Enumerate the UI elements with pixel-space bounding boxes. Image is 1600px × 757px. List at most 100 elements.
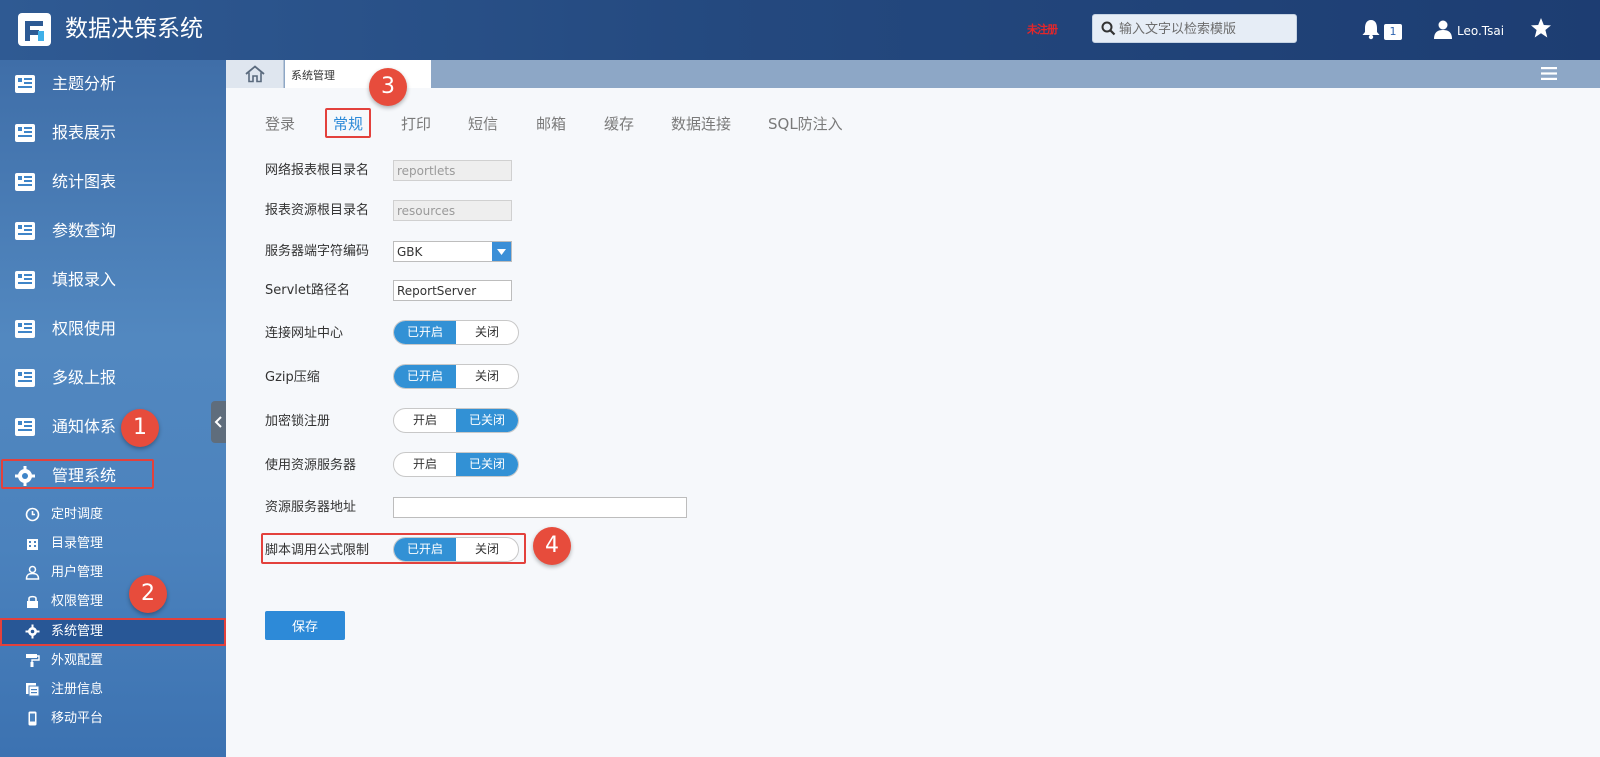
star-icon[interactable] bbox=[1530, 17, 1552, 39]
resource-server-addr-label: 资源服务器地址 bbox=[265, 500, 357, 515]
server-charset-value: GBK bbox=[397, 245, 423, 259]
sidebar-item-param-query[interactable]: 参数查询 bbox=[0, 211, 226, 251]
gzip-label: Gzip压缩 bbox=[265, 370, 320, 385]
sidebar-subitem-mobile[interactable]: 移动平台 bbox=[0, 705, 226, 733]
toggle-off-option[interactable]: 已关闭 bbox=[456, 409, 518, 432]
sidebar-subitem-permissions[interactable]: 权限管理 bbox=[0, 588, 226, 616]
server-charset-select[interactable]: GBK bbox=[393, 241, 512, 262]
report-icon bbox=[15, 418, 35, 436]
report-icon bbox=[15, 271, 35, 289]
sidebar-item-data-entry[interactable]: 填报录入 bbox=[0, 260, 226, 300]
toggle-off-option[interactable]: 关闭 bbox=[456, 365, 518, 388]
chevron-down-icon bbox=[497, 249, 506, 255]
dongle-toggle[interactable]: 开启 已关闭 bbox=[393, 408, 519, 433]
sidebar: 主题分析 报表展示 统计图表 参数查询 填报录入 权限使用 多级上报 通知体系 … bbox=[0, 60, 226, 757]
general-tab-highlight bbox=[325, 108, 371, 138]
toggle-on-option[interactable]: 开启 bbox=[394, 453, 456, 476]
report-resource-root-label: 报表资源根目录名 bbox=[265, 203, 370, 218]
sidebar-subitem-label: 定时调度 bbox=[51, 507, 104, 522]
report-icon bbox=[15, 124, 35, 142]
resource-server-label: 使用资源服务器 bbox=[265, 458, 357, 473]
sidebar-subitem-label: 目录管理 bbox=[51, 536, 104, 551]
subtab-cache[interactable]: 缓存 bbox=[604, 113, 634, 134]
sidebar-subitem-label: 外观配置 bbox=[51, 653, 104, 668]
sidebar-item-topic-analysis[interactable]: 主题分析 bbox=[0, 64, 226, 104]
sidebar-item-stat-charts[interactable]: 统计图表 bbox=[0, 162, 226, 202]
report-icon bbox=[15, 369, 35, 387]
menu-icon[interactable] bbox=[1541, 67, 1557, 80]
sidebar-item-label: 权限使用 bbox=[52, 319, 117, 338]
sidebar-item-label: 填报录入 bbox=[52, 270, 117, 289]
toggle-on-option[interactable]: 开启 bbox=[394, 409, 456, 432]
home-icon bbox=[245, 65, 265, 83]
toggle-on-option[interactable]: 已开启 bbox=[394, 538, 456, 561]
script-formula-label: 脚本调用公式限制 bbox=[265, 543, 370, 558]
subtab-data-connection[interactable]: 数据连接 bbox=[671, 113, 731, 134]
sidebar-item-notification[interactable]: 通知体系 bbox=[0, 407, 226, 447]
sidebar-subitem-system-management[interactable]: 系统管理 bbox=[0, 618, 226, 646]
web-report-root-label: 网络报表根目录名 bbox=[265, 163, 370, 178]
sidebar-subitem-directory[interactable]: 目录管理 bbox=[0, 530, 226, 558]
app-title: 数据决策系统 bbox=[65, 16, 203, 42]
sidebar-item-label: 统计图表 bbox=[52, 172, 117, 191]
unregistered-label[interactable]: 未注册 bbox=[1027, 21, 1058, 37]
sidebar-collapse-button[interactable] bbox=[211, 401, 226, 443]
sidebar-item-label: 通知体系 bbox=[52, 417, 117, 436]
dropdown-arrow[interactable] bbox=[492, 242, 511, 261]
search-input[interactable] bbox=[1119, 20, 1291, 38]
subtab-sms[interactable]: 短信 bbox=[468, 113, 498, 134]
gzip-toggle[interactable]: 已开启 关闭 bbox=[393, 364, 519, 389]
toggle-off-option[interactable]: 已关闭 bbox=[456, 453, 518, 476]
sidebar-item-report-display[interactable]: 报表展示 bbox=[0, 113, 226, 153]
subtab-print[interactable]: 打印 bbox=[401, 113, 431, 134]
subtab-email[interactable]: 邮箱 bbox=[536, 113, 566, 134]
lock-icon bbox=[27, 595, 38, 608]
top-header: 数据决策系统 未注册 1 Leo.Tsai bbox=[0, 0, 1600, 60]
sidebar-item-permission-use[interactable]: 权限使用 bbox=[0, 309, 226, 349]
tab-bar bbox=[226, 60, 1600, 88]
annotation-badge-3: 3 bbox=[369, 68, 407, 106]
user-icon bbox=[25, 565, 40, 580]
report-icon bbox=[15, 173, 35, 191]
paint-roller-icon bbox=[26, 654, 40, 667]
subtab-login[interactable]: 登录 bbox=[265, 113, 295, 134]
toggle-off-option[interactable]: 关闭 bbox=[456, 538, 518, 561]
template-search[interactable] bbox=[1092, 14, 1297, 43]
save-button[interactable]: 保存 bbox=[265, 611, 345, 640]
notification-count[interactable]: 1 bbox=[1384, 24, 1402, 40]
gear-icon bbox=[25, 624, 40, 639]
servlet-path-field[interactable] bbox=[393, 280, 512, 301]
report-icon bbox=[15, 222, 35, 240]
sidebar-item-label: 报表展示 bbox=[52, 123, 117, 142]
user-icon[interactable] bbox=[1433, 19, 1453, 39]
search-icon bbox=[1101, 21, 1116, 36]
annotation-badge-4: 4 bbox=[533, 527, 571, 565]
connect-center-toggle[interactable]: 已开启 关闭 bbox=[393, 320, 519, 345]
resource-server-addr-field[interactable] bbox=[393, 497, 687, 518]
resource-server-toggle[interactable]: 开启 已关闭 bbox=[393, 452, 519, 477]
script-formula-toggle[interactable]: 已开启 关闭 bbox=[393, 537, 519, 562]
tab-home[interactable] bbox=[226, 60, 284, 88]
management-highlight bbox=[1, 459, 154, 489]
sidebar-subitem-appearance[interactable]: 外观配置 bbox=[0, 647, 226, 675]
mobile-icon bbox=[28, 711, 37, 726]
tab-label: 系统管理 bbox=[291, 69, 335, 82]
toggle-on-option[interactable]: 已开启 bbox=[394, 321, 456, 344]
annotation-badge-2: 2 bbox=[129, 575, 167, 613]
sidebar-subitem-users[interactable]: 用户管理 bbox=[0, 559, 226, 587]
sidebar-item-label: 参数查询 bbox=[52, 221, 117, 240]
bell-icon[interactable] bbox=[1361, 18, 1381, 40]
sidebar-subitem-registration[interactable]: 注册信息 bbox=[0, 676, 226, 704]
sidebar-item-label: 多级上报 bbox=[52, 368, 117, 387]
toggle-on-option[interactable]: 已开启 bbox=[394, 365, 456, 388]
annotation-badge-1: 1 bbox=[121, 409, 159, 447]
tab-system-management[interactable]: 系统管理 bbox=[285, 60, 431, 88]
subtab-sql-injection[interactable]: SQL防注入 bbox=[768, 113, 843, 134]
sidebar-subitem-schedule[interactable]: 定时调度 bbox=[0, 501, 226, 529]
sidebar-subitem-label: 移动平台 bbox=[51, 711, 104, 726]
sidebar-item-label: 主题分析 bbox=[52, 74, 117, 93]
user-name[interactable]: Leo.Tsai bbox=[1457, 24, 1504, 38]
sidebar-subitem-label: 注册信息 bbox=[51, 682, 104, 697]
sidebar-item-multilevel-report[interactable]: 多级上报 bbox=[0, 358, 226, 398]
toggle-off-option[interactable]: 关闭 bbox=[456, 321, 518, 344]
